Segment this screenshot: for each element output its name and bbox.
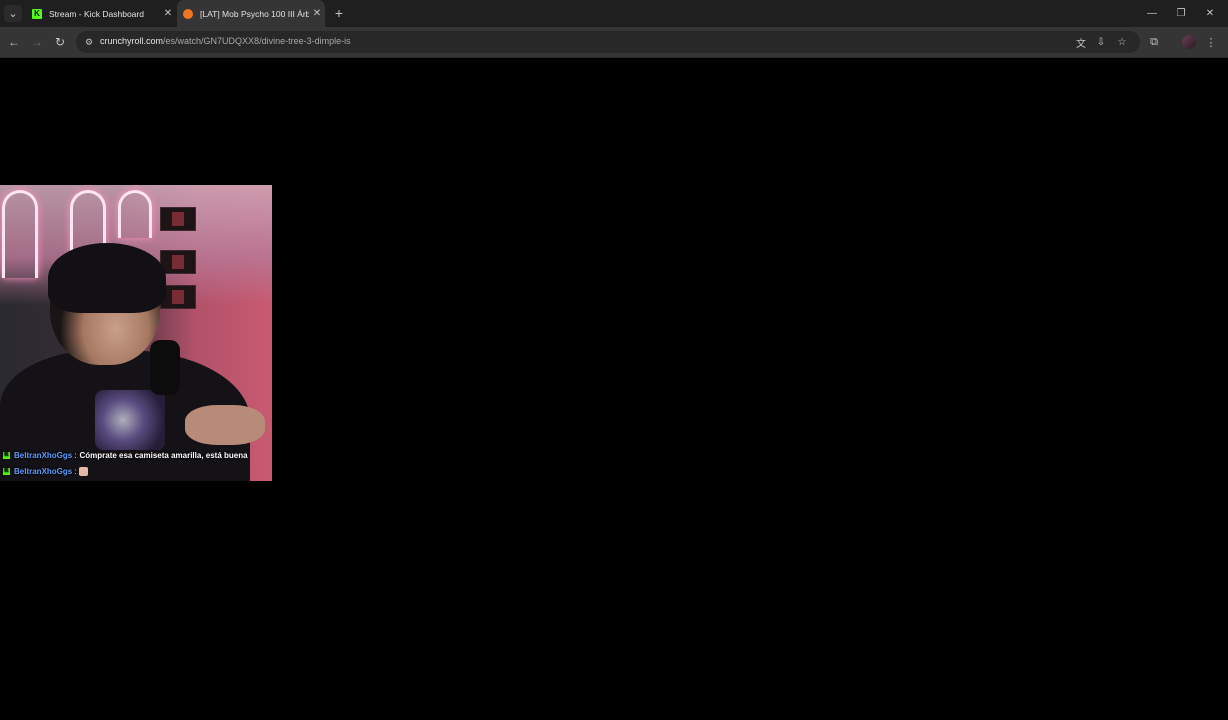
close-window-button[interactable]: ✕	[1196, 0, 1224, 27]
minimize-button[interactable]: —	[1138, 0, 1166, 27]
tab-strip: ⌄ K Stream - Kick Dashboard ✕ [LAT] Mob …	[0, 0, 1228, 27]
bookmark-star-icon[interactable]: ☆	[1115, 35, 1129, 49]
plus-icon: +	[334, 5, 344, 21]
restore-icon: ❐	[1176, 8, 1186, 19]
chat-username: BeltranXhoGgs	[14, 450, 73, 460]
chat-separator: :	[74, 450, 77, 460]
tab-search-button[interactable]: ⌄	[4, 5, 22, 22]
menu-kebab-icon[interactable]: ⋮	[1203, 34, 1219, 50]
minimize-icon: —	[1147, 8, 1157, 19]
chevron-down-icon: ⌄	[8, 8, 18, 20]
forward-button[interactable]: →	[29, 34, 45, 50]
site-info-icon[interactable]: ⚙	[82, 35, 96, 49]
stream-chat-overlay: K BeltranXhoGgs : Cómprate esa camiseta …	[0, 447, 272, 479]
close-icon[interactable]: ✕	[309, 8, 325, 19]
profile-avatar[interactable]	[1182, 35, 1196, 49]
kick-icon: K	[3, 467, 10, 475]
tab-kick-dashboard[interactable]: K Stream - Kick Dashboard ✕	[26, 0, 176, 27]
close-icon[interactable]: ✕	[160, 8, 176, 19]
url-text[interactable]: crunchyroll.com/es/watch/GN7UDQXX8/divin…	[100, 36, 351, 46]
url-path: /es/watch/GN7UDQXX8/divine-tree-3-dimple…	[163, 36, 351, 46]
back-button[interactable]: ←	[6, 34, 22, 50]
arrow-right-icon: →	[31, 35, 43, 49]
tab-title: [LAT] Mob Psycho 100 III Árbol	[200, 8, 309, 19]
new-tab-button[interactable]: +	[331, 5, 347, 21]
reload-icon: ↻	[54, 35, 66, 49]
translate-icon[interactable]: 文	[1074, 35, 1088, 50]
extensions-icon[interactable]: ⧉	[1146, 34, 1162, 50]
url-host: crunchyroll.com	[100, 36, 164, 46]
close-icon: ✕	[1205, 8, 1215, 19]
tab-title: Stream - Kick Dashboard	[49, 8, 144, 19]
chat-message: K BeltranXhoGgs :	[0, 463, 272, 479]
kick-icon: K	[3, 451, 10, 459]
install-app-icon[interactable]: ⇩	[1094, 35, 1108, 49]
emote-icon	[79, 466, 89, 476]
reload-button[interactable]: ↻	[52, 34, 68, 50]
microphone	[150, 340, 180, 395]
kick-icon: K	[32, 8, 42, 19]
webcam-overlay: K BeltranXhoGgs : Cómprate esa camiseta …	[0, 185, 272, 481]
chat-separator: :	[74, 466, 77, 476]
chat-message: K BeltranXhoGgs : Cómprate esa camiseta …	[0, 447, 272, 463]
browser-toolbar: ← → ↻ ⚙ crunchyroll.com/es/watch/GN7UDQX…	[0, 27, 1228, 58]
arrow-left-icon: ←	[8, 35, 20, 49]
restore-button[interactable]: ❐	[1167, 0, 1195, 27]
chat-text: Cómprate esa camiseta amarilla, está bue…	[79, 450, 248, 460]
crunchyroll-icon	[183, 8, 193, 19]
chat-username: BeltranXhoGgs	[14, 466, 73, 476]
address-bar[interactable]: ⚙ crunchyroll.com/es/watch/GN7UDQXX8/div…	[76, 31, 1140, 53]
tab-crunchyroll[interactable]: [LAT] Mob Psycho 100 III Árbol ✕	[177, 0, 325, 27]
